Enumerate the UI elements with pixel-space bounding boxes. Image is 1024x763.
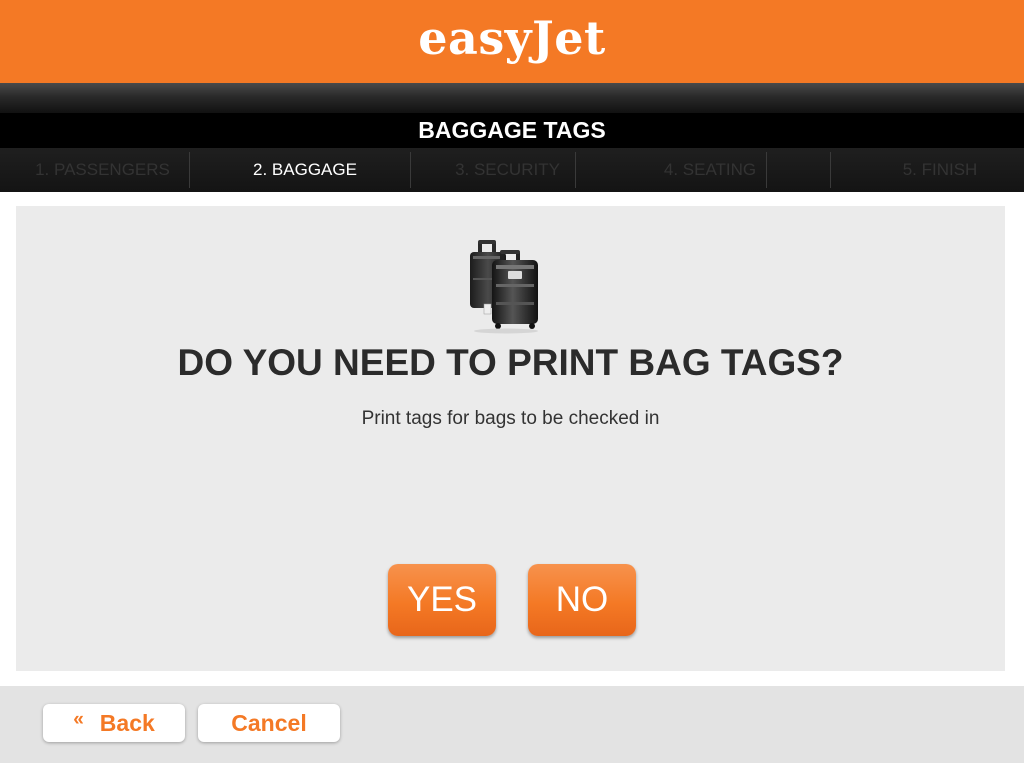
step-finish: 5. FINISH — [902, 160, 978, 179]
header-bar: easyJet — [0, 0, 1024, 83]
no-button[interactable]: NO — [528, 564, 636, 636]
back-label: Back — [99, 709, 155, 736]
step-baggage: 2. BAGGAGE — [253, 160, 357, 179]
yes-button[interactable]: YES — [388, 564, 496, 636]
header-gloss — [0, 83, 1024, 113]
step-divider — [189, 152, 190, 188]
cancel-label: Cancel — [231, 709, 307, 736]
progress-steps: 1. PASSENGERS 2. BAGGAGE 3. SECURITY 4. … — [0, 148, 1024, 192]
step-divider — [766, 152, 767, 188]
cancel-button[interactable]: Cancel — [198, 704, 340, 742]
question-subtext: Print tags for bags to be checked in — [361, 408, 660, 429]
step-divider — [410, 152, 411, 188]
step-seating: 4. SEATING — [663, 160, 757, 179]
step-divider — [830, 152, 831, 188]
question-heading: DO YOU NEED TO PRINT BAG TAGS? — [177, 342, 844, 383]
main-panel: DO YOU NEED TO PRINT BAG TAGS? Print tag… — [16, 206, 1005, 671]
easyjet-logo: easyJet — [418, 10, 606, 65]
double-chevron-left-icon: « — [73, 709, 84, 730]
page-title-bar: BAGGAGE TAGS — [0, 113, 1024, 148]
step-passengers: 1. PASSENGERS — [35, 160, 170, 179]
footer-bar: « Back Cancel — [0, 686, 1024, 763]
luggage-icon — [470, 240, 538, 334]
step-divider — [575, 152, 576, 188]
back-button[interactable]: « Back — [43, 704, 185, 742]
page-title: BAGGAGE TAGS — [418, 117, 606, 143]
step-security: 3. SECURITY — [455, 160, 560, 179]
